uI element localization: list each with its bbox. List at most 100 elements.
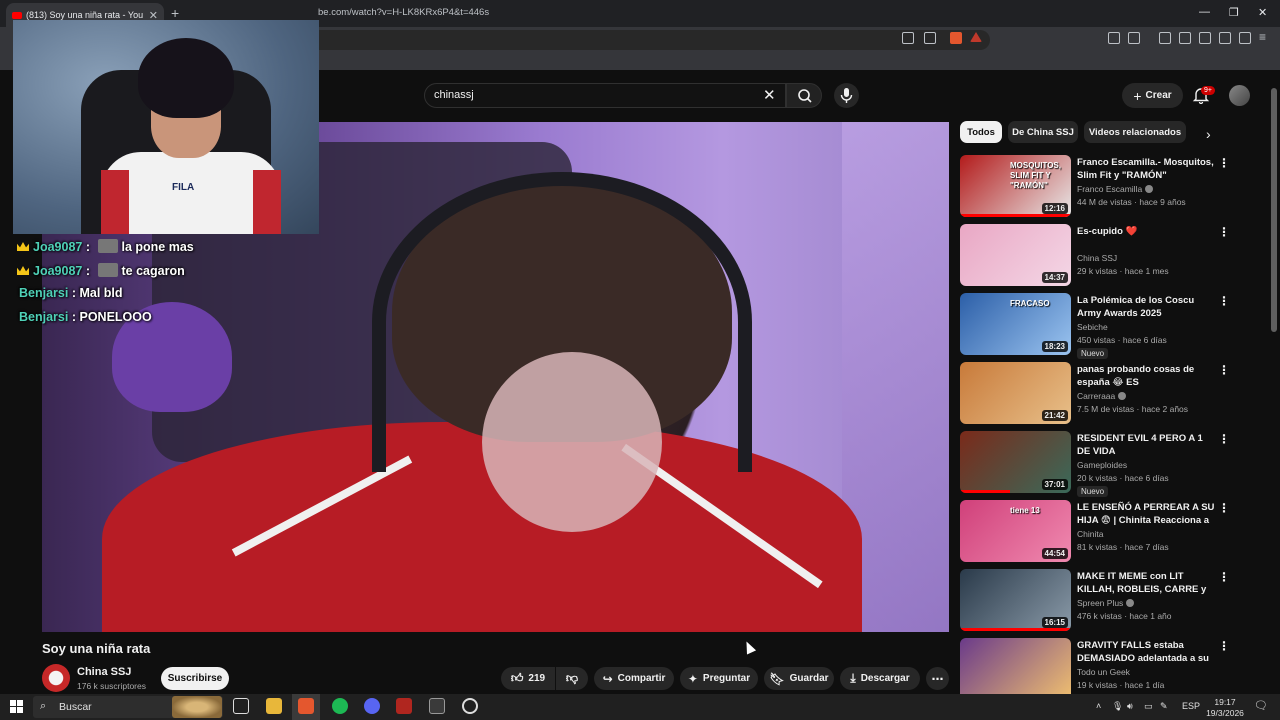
recommendation-title[interactable]: GRAVITY FALLS estaba DEMASIADO adelantad…: [1077, 639, 1217, 665]
brave-browser-icon[interactable]: [298, 698, 314, 714]
media-icon[interactable]: [1159, 32, 1171, 44]
recommendation-title[interactable]: panas probando cosas de españa 😂 ES: [1077, 363, 1217, 389]
more-actions-button[interactable]: ⋯: [926, 667, 949, 690]
share-page-icon[interactable]: [924, 32, 936, 44]
search-query[interactable]: chinassj: [434, 89, 474, 101]
screenshot-icon[interactable]: [1128, 32, 1140, 44]
recommendation-channel[interactable]: Gameploides: [1077, 460, 1127, 470]
url-field[interactable]: [300, 30, 990, 50]
sidebar-toggle-icon[interactable]: [1179, 32, 1191, 44]
task-view-icon[interactable]: [233, 698, 249, 714]
save-button[interactable]: 🔖︎ Guardar: [764, 667, 834, 690]
recommendation-channel[interactable]: Carreraaa: [1077, 391, 1127, 401]
extensions-icon[interactable]: [1108, 32, 1120, 44]
recommendation-item[interactable]: FRACASO 18:23 La Polémica de los Coscu Arm…: [960, 293, 1270, 359]
pen-icon[interactable]: ✎: [1160, 701, 1168, 712]
more-vertical-icon[interactable]: ⋮: [1218, 363, 1230, 377]
cast-icon[interactable]: [902, 32, 914, 44]
scrollbar[interactable]: [1271, 88, 1277, 332]
video-thumbnail[interactable]: 14:37: [960, 224, 1071, 286]
chevron-right-icon[interactable]: ›: [1206, 126, 1211, 142]
channel-name[interactable]: China SSJ: [77, 666, 131, 678]
brave-shield-icon[interactable]: [950, 32, 962, 44]
recommendation-title[interactable]: MAKE IT MEME con LIT KILLAH, ROBLEIS, CA…: [1077, 570, 1217, 596]
recommendation-item[interactable]: 14:37 Es-cupido ❤️ China SSJ 29 k vistas · …: [960, 224, 1270, 290]
brave-rewards-icon[interactable]: [970, 32, 982, 42]
network-icon[interactable]: ▭: [1144, 701, 1153, 712]
menu-icon[interactable]: ≡: [1259, 30, 1271, 44]
clock-date[interactable]: 19/3/2026: [1205, 708, 1245, 718]
more-vertical-icon[interactable]: ⋮: [1218, 294, 1230, 308]
video-thumbnail[interactable]: [960, 638, 1071, 700]
account-avatar[interactable]: [1229, 85, 1250, 106]
more-vertical-icon[interactable]: ⋮: [1218, 570, 1230, 584]
voice-search-button[interactable]: [834, 83, 859, 108]
recommendation-title[interactable]: RESIDENT EVIL 4 PERO A 1 DE VIDA: [1077, 432, 1217, 458]
wallet-icon[interactable]: [1199, 32, 1211, 44]
windows-start-icon[interactable]: [10, 700, 23, 713]
leo-ai-icon[interactable]: [1219, 32, 1231, 44]
chip-related[interactable]: Videos relacionados: [1084, 121, 1186, 143]
recommendation-channel[interactable]: Todo un Geek: [1077, 667, 1130, 677]
more-vertical-icon[interactable]: ⋮: [1218, 225, 1230, 239]
close-window-button[interactable]: ✕: [1258, 6, 1267, 19]
new-tab-button[interactable]: +: [171, 5, 179, 21]
more-vertical-icon[interactable]: ⋮: [1218, 432, 1230, 446]
video-thumbnail[interactable]: 16:15: [960, 569, 1071, 631]
more-vertical-icon[interactable]: ⋮: [1218, 156, 1230, 170]
media-app-icon[interactable]: [429, 698, 445, 714]
minimize-button[interactable]: —: [1199, 6, 1210, 18]
download-button[interactable]: ⤓ Descargar: [840, 667, 920, 690]
recommendation-channel[interactable]: Spreen Plus: [1077, 598, 1135, 608]
more-vertical-icon[interactable]: ⋮: [1218, 639, 1230, 653]
video-thumbnail[interactable]: MOSQUITOS, SLIM FIT Y "RAMÓN" 12:16: [960, 155, 1071, 217]
channel-avatar[interactable]: [42, 664, 70, 692]
like-button[interactable]: 👍︎ 219: [501, 667, 555, 690]
new-badge: Nuevo: [1077, 486, 1109, 497]
tray-chevron-icon[interactable]: ˄: [1096, 701, 1101, 711]
microphone-tray-icon[interactable]: 🎙︎: [1112, 701, 1123, 712]
recommendation-item[interactable]: tiene 13 44:54 LE ENSEÑÓ A PERREAR A SU HI…: [960, 500, 1270, 566]
ask-button[interactable]: ✦ Preguntar: [680, 667, 758, 690]
vpn-icon[interactable]: [1239, 32, 1251, 44]
voicemeeter-icon[interactable]: [396, 698, 412, 714]
video-thumbnail[interactable]: 21:42: [960, 362, 1071, 424]
recommendation-title[interactable]: LE ENSEÑÓ A PERREAR A SU HIJA 😨 | Chinit…: [1077, 501, 1217, 527]
volume-icon[interactable]: 🔊︎: [1127, 701, 1133, 712]
clock-time[interactable]: 19:17: [1205, 697, 1245, 707]
search-button[interactable]: [786, 83, 822, 108]
recommendation-title[interactable]: Franco Escamilla.- Mosquitos, Slim Fit y…: [1077, 156, 1217, 182]
video-thumbnail[interactable]: FRACASO 18:23: [960, 293, 1071, 355]
chip-from-channel[interactable]: De China SSJ: [1008, 121, 1078, 143]
recommendation-item[interactable]: 21:42 panas probando cosas de españa 😂 ES…: [960, 362, 1270, 428]
notifications-center-icon[interactable]: 🗨︎: [1254, 699, 1268, 712]
file-explorer-icon[interactable]: [266, 698, 282, 714]
language-indicator[interactable]: ESP: [1182, 701, 1200, 711]
recommendation-item[interactable]: 16:15 MAKE IT MEME con LIT KILLAH, ROBLEI…: [960, 569, 1270, 635]
download-label: Descargar: [860, 673, 910, 684]
recommendation-item[interactable]: 37:01 RESIDENT EVIL 4 PERO A 1 DE VIDA Gam…: [960, 431, 1270, 497]
recommendation-channel[interactable]: China SSJ: [1077, 253, 1117, 263]
share-button[interactable]: ↪ Compartir: [594, 667, 674, 690]
recommendation-item[interactable]: MOSQUITOS, SLIM FIT Y "RAMÓN" 12:16 Franco…: [960, 155, 1270, 221]
video-thumbnail[interactable]: tiene 13 44:54: [960, 500, 1071, 562]
subscribe-button[interactable]: Suscribirse: [161, 667, 229, 690]
recommendation-channel[interactable]: Chinita: [1077, 529, 1103, 539]
recommendation-channel[interactable]: Sebiche: [1077, 322, 1108, 332]
taskbar-search-label[interactable]: Buscar: [59, 701, 92, 713]
recommendation-title[interactable]: La Polémica de los Coscu Army Awards 202…: [1077, 294, 1217, 320]
spotify-icon[interactable]: [332, 698, 348, 714]
restore-button[interactable]: ❐: [1229, 6, 1239, 19]
create-button[interactable]: + Crear: [1122, 83, 1183, 108]
obs-icon[interactable]: [462, 698, 478, 714]
more-vertical-icon[interactable]: ⋮: [1218, 501, 1230, 515]
url-text[interactable]: be.com/watch?v=H-LK8KRx6P4&t=446s: [318, 7, 489, 18]
dislike-button[interactable]: 👎︎: [556, 667, 588, 690]
clear-search-icon[interactable]: ✕: [763, 86, 776, 104]
search-input[interactable]: [424, 83, 786, 108]
discord-icon[interactable]: [364, 698, 380, 714]
chip-all[interactable]: Todos: [960, 121, 1002, 143]
recommendation-channel[interactable]: Franco Escamilla: [1077, 184, 1154, 194]
video-thumbnail[interactable]: 37:01: [960, 431, 1071, 493]
recommendation-title[interactable]: Es-cupido ❤️: [1077, 225, 1217, 238]
